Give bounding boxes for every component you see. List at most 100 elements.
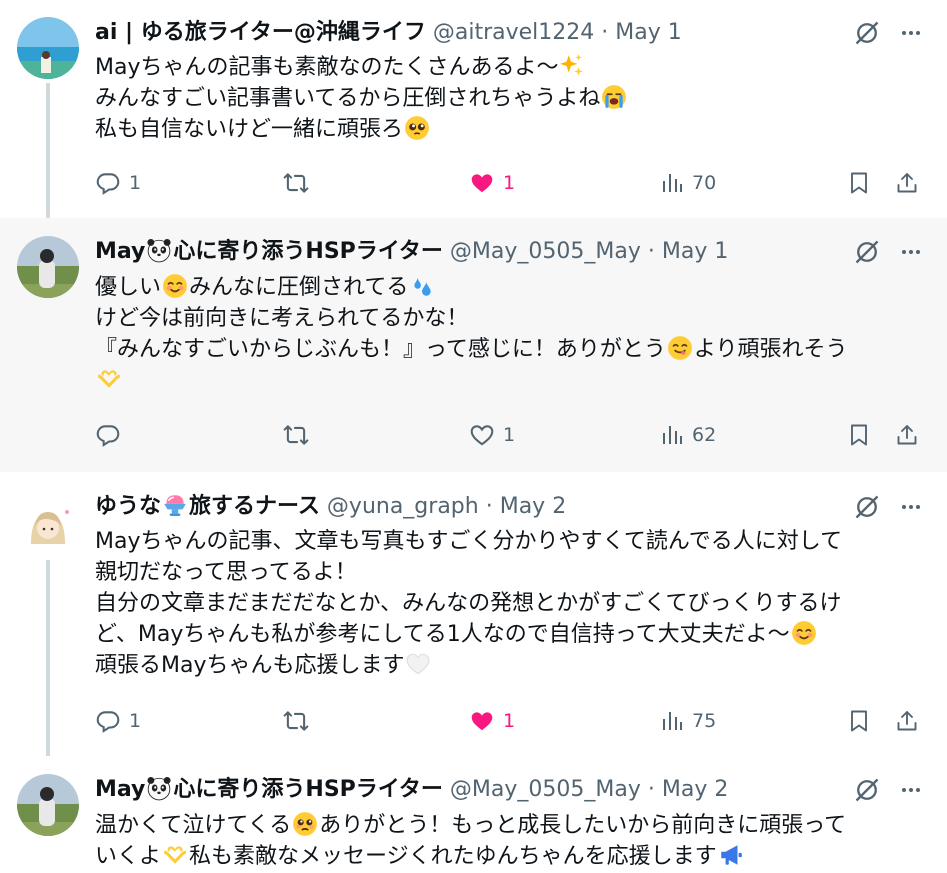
- reply-count: 1: [129, 172, 142, 194]
- user-handle[interactable]: @aitravel1224: [433, 20, 594, 45]
- action-bar: 1 1 75: [95, 706, 923, 736]
- grok-icon[interactable]: [853, 493, 881, 521]
- action-bar: 1 62: [95, 420, 923, 450]
- display-name-rest: 旅するナース: [189, 494, 320, 519]
- separator: ·: [601, 20, 609, 45]
- pleading-face-emoji: [404, 115, 430, 141]
- retweet-icon: [283, 422, 309, 448]
- pleading-face-emoji: [292, 811, 318, 837]
- avatar[interactable]: [17, 236, 79, 298]
- bookmark-icon: [847, 423, 871, 447]
- megaphone-emoji: [718, 842, 744, 868]
- like-button[interactable]: 1: [469, 420, 515, 450]
- grok-icon[interactable]: [853, 19, 881, 47]
- tweet-line: より頑張れそう: [693, 337, 848, 362]
- like-count: 1: [503, 710, 516, 732]
- tweet-line: けど今は前向きに考えられてるかな！: [95, 306, 469, 331]
- reply-button[interactable]: [95, 420, 121, 450]
- tweet-date[interactable]: May 1: [615, 20, 681, 45]
- views-count: 62: [692, 424, 717, 446]
- heart-hands-emoji: [96, 366, 122, 392]
- action-bar: 1 1 70: [95, 168, 923, 198]
- reply-button[interactable]: 1: [95, 168, 141, 198]
- yum-face-emoji: [667, 335, 693, 361]
- display-name[interactable]: May 心に寄り添うHSPライター: [95, 777, 443, 802]
- tweet-date[interactable]: May 1: [662, 239, 728, 264]
- more-icon[interactable]: [899, 495, 923, 519]
- tweet-text: 温かくて泣けてくる ありがとう！もっと成長したいから前向きに頑張って いくよ 私も素…: [95, 810, 923, 872]
- avatar[interactable]: [17, 774, 79, 836]
- tweet-text: 優しい みんなに圧倒されてる けど今は前向きに考えられてるかな！ 『みんなすごいか…: [95, 272, 923, 396]
- relaxed-face-emoji: [162, 273, 188, 299]
- more-icon[interactable]: [899, 240, 923, 264]
- reply-button[interactable]: 1: [95, 706, 141, 736]
- separator: ·: [647, 777, 655, 802]
- bookmark-button[interactable]: [847, 706, 871, 736]
- sparkles-emoji: [559, 53, 585, 79]
- views-button[interactable]: 75: [660, 706, 716, 736]
- tweet-date[interactable]: May 2: [662, 777, 728, 802]
- like-button[interactable]: 1: [469, 706, 515, 736]
- share-icon: [895, 423, 919, 447]
- views-count: 75: [692, 710, 717, 732]
- display-name[interactable]: ai | ゆる旅ライター@沖縄ライフ: [95, 20, 426, 45]
- tweet-line: 私も素敵なメッセージくれたゆんちゃんを応援します: [189, 844, 717, 869]
- display-name-part: May: [95, 777, 146, 802]
- display-name[interactable]: May 心に寄り添うHSPライター: [95, 239, 443, 264]
- share-button[interactable]: [895, 420, 919, 450]
- grok-icon[interactable]: [853, 776, 881, 804]
- tweet-header: May 心に寄り添うHSPライター @May_0505_May · May 2: [95, 774, 947, 806]
- thread-line: [46, 83, 50, 218]
- grok-icon[interactable]: [853, 238, 881, 266]
- user-handle[interactable]: @yuna_graph: [327, 494, 479, 519]
- avatar[interactable]: [17, 17, 79, 79]
- retweet-button[interactable]: [283, 420, 309, 450]
- separator: ·: [647, 239, 655, 264]
- display-name-part: May: [95, 239, 146, 264]
- tweet-3[interactable]: ゆうな 旅するナース @yuna_graph · May 2 Mayちゃんの記事、…: [0, 472, 947, 756]
- sweat-droplets-emoji: [409, 273, 435, 299]
- tweet-2[interactable]: May 心に寄り添うHSPライター @May_0505_May · May 1 優…: [0, 218, 947, 472]
- bookmark-icon: [847, 709, 871, 733]
- reply-icon: [95, 170, 121, 196]
- tweet-line: 温かくて泣けてくる: [95, 813, 292, 838]
- heart-filled-icon: [469, 708, 495, 734]
- tweet-line: 私も自信ないけど一緒に頑張ろ: [95, 117, 404, 142]
- display-name[interactable]: ゆうな 旅するナース: [95, 494, 320, 519]
- tweet-line: 頑張るMayちゃんも応援します: [95, 653, 405, 678]
- tweet-line: みんなに圧倒されてる: [189, 275, 409, 300]
- share-button[interactable]: [895, 706, 919, 736]
- tweet-date[interactable]: May 2: [500, 494, 566, 519]
- tweet-line: 自分の文章まだまだだなとか、みんなの発想とかがすごくてびっくりするけ: [95, 591, 842, 616]
- share-icon: [895, 709, 919, 733]
- avatar[interactable]: [17, 494, 79, 556]
- share-button[interactable]: [895, 168, 919, 198]
- like-button[interactable]: 1: [469, 168, 515, 198]
- display-name-part: ゆうな: [95, 494, 162, 519]
- panda-emoji: [146, 237, 172, 263]
- tweet-line: Mayちゃんの記事も素敵なのたくさんあるよ〜: [95, 55, 559, 80]
- reply-icon: [95, 422, 121, 448]
- bookmark-button[interactable]: [847, 420, 871, 450]
- views-button[interactable]: 70: [660, 168, 716, 198]
- user-handle[interactable]: @May_0505_May: [450, 777, 641, 802]
- more-icon[interactable]: [899, 21, 923, 45]
- views-button[interactable]: 62: [660, 420, 716, 450]
- retweet-button[interactable]: [283, 706, 309, 736]
- reply-count: 1: [129, 710, 142, 732]
- relaxed-face-emoji: [791, 620, 817, 646]
- tweet-4[interactable]: May 心に寄り添うHSPライター @May_0505_May · May 2 温…: [0, 756, 947, 873]
- more-icon[interactable]: [899, 778, 923, 802]
- heart-filled-icon: [469, 170, 495, 196]
- like-count: 1: [503, 424, 516, 446]
- retweet-button[interactable]: [283, 168, 309, 198]
- tweet-1[interactable]: ai | ゆる旅ライター@沖縄ライフ @aitravel1224 · May 1…: [0, 0, 947, 218]
- tweet-header: ai | ゆる旅ライター@沖縄ライフ @aitravel1224 · May 1: [95, 17, 947, 49]
- shaved-ice-emoji: [162, 492, 188, 518]
- tweet-text: Mayちゃんの記事も素敵なのたくさんあるよ〜 みんなすごい記事書いてるから圧倒さ…: [95, 52, 923, 145]
- tweet-text: Mayちゃんの記事、文章も写真もすごく分かりやすくて読んでる人に対して 親切だな…: [95, 526, 923, 681]
- user-handle[interactable]: @May_0505_May: [450, 239, 641, 264]
- bookmark-button[interactable]: [847, 168, 871, 198]
- tweet-line: Mayちゃんの記事、文章も写真もすごく分かりやすくて読んでる人に対して: [95, 529, 843, 554]
- tweet-line: 親切だなって思ってるよ！: [95, 560, 357, 585]
